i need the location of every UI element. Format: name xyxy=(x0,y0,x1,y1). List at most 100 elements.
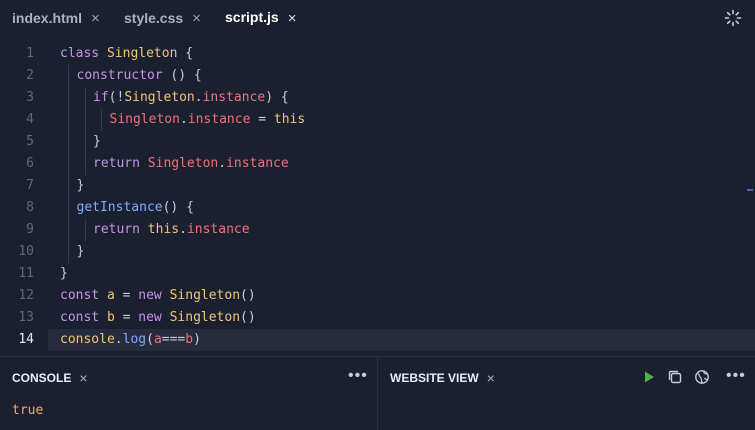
close-icon[interactable]: × xyxy=(192,10,201,27)
code-token: { xyxy=(177,46,194,61)
code-line[interactable]: 3 if(!Singleton.instance) { xyxy=(0,87,755,109)
code-token: a xyxy=(153,332,162,347)
play-icon[interactable] xyxy=(641,369,657,385)
line-number: 14 xyxy=(18,332,34,347)
code-token: . xyxy=(194,90,203,105)
code-text: const a = new Singleton() xyxy=(60,285,256,307)
line-number: 6 xyxy=(26,156,34,171)
code-token: () xyxy=(240,310,256,325)
code-token: console xyxy=(60,332,115,347)
indent-guide xyxy=(84,153,86,175)
indent-guide xyxy=(84,131,86,153)
code-token: this xyxy=(273,112,306,127)
indent-guide xyxy=(68,131,69,153)
code-token: Singleton xyxy=(147,156,219,171)
console-panel: CONSOLE × ••• true xyxy=(0,357,377,430)
code-text: } xyxy=(77,241,85,263)
more-options-icon[interactable]: ••• xyxy=(726,367,746,385)
tab-label: style.css xyxy=(124,10,184,26)
code-editor[interactable]: 1 class Singleton {2 constructor () {3 if(!… xyxy=(0,36,755,356)
code-line[interactable]: 11} xyxy=(0,263,755,285)
code-token: Singleton xyxy=(109,112,180,127)
code-line[interactable]: 14 console.log(a===b) xyxy=(18,329,755,351)
indent-guide xyxy=(84,87,86,109)
console-header: CONSOLE × xyxy=(12,370,88,386)
tab-bar: index.html × style.css × script.js × xyxy=(0,0,755,36)
indent-guide xyxy=(68,241,69,263)
line-number: 3 xyxy=(26,90,34,105)
code-token: a xyxy=(106,288,115,303)
code-line[interactable]: 4 Singleton.instance = this xyxy=(0,109,755,131)
code-text: const b = new Singleton() xyxy=(60,307,256,329)
code-token: . xyxy=(179,112,188,127)
line-number: 8 xyxy=(26,200,34,215)
code-token: getInstance xyxy=(76,200,163,215)
code-line[interactable]: 9 return this.instance xyxy=(0,219,755,241)
code-token: instance xyxy=(226,156,289,171)
code-line[interactable]: 7} xyxy=(0,175,755,197)
console-title: CONSOLE xyxy=(12,371,72,385)
loading-spinner-icon[interactable] xyxy=(724,9,742,27)
code-text: class Singleton { xyxy=(60,43,193,65)
code-text: } xyxy=(77,175,85,197)
line-number: 1 xyxy=(26,46,34,61)
code-token: } xyxy=(93,134,101,149)
code-token: b xyxy=(106,310,115,325)
line-number: 7 xyxy=(26,178,34,193)
code-line[interactable]: 10} xyxy=(0,241,755,263)
code-token: constructor xyxy=(76,68,163,83)
code-token: = xyxy=(114,288,139,303)
code-token: ) xyxy=(193,332,201,347)
tab-style-css[interactable]: style.css × xyxy=(124,0,201,36)
code-token: . xyxy=(114,332,123,347)
close-icon[interactable]: × xyxy=(487,370,495,386)
line-number: 12 xyxy=(18,288,34,303)
globe-icon[interactable] xyxy=(694,369,710,385)
code-token: ) { xyxy=(265,90,289,105)
code-text: console.log(a===b) xyxy=(60,329,201,351)
code-token: = xyxy=(250,112,274,127)
code-token: const xyxy=(60,288,107,303)
code-token: new xyxy=(138,310,170,325)
code-token: Singleton xyxy=(169,310,241,325)
code-token: . xyxy=(218,156,227,171)
indent-guide xyxy=(101,109,102,131)
more-options-icon[interactable]: ••• xyxy=(348,367,368,385)
code-token: instance xyxy=(186,222,250,237)
indent-guide xyxy=(68,109,69,131)
copy-icon[interactable] xyxy=(667,369,683,385)
code-text: return this.instance xyxy=(93,219,250,241)
indent-guide xyxy=(68,197,69,219)
code-token: return xyxy=(93,156,148,171)
code-token: instance xyxy=(187,112,251,127)
code-token: } xyxy=(60,266,68,281)
code-line[interactable]: 12 const a = new Singleton() xyxy=(0,285,755,307)
indent-guide xyxy=(84,109,86,131)
code-line[interactable]: 6 return Singleton.instance xyxy=(0,153,755,175)
indent-guide xyxy=(68,219,69,241)
tab-label: index.html xyxy=(12,10,83,26)
code-token: instance xyxy=(202,90,266,105)
code-line[interactable]: 1 class Singleton { xyxy=(0,43,755,65)
code-token: () { xyxy=(162,200,194,215)
code-line[interactable]: 2 constructor () { xyxy=(0,65,755,87)
close-icon[interactable]: × xyxy=(91,10,100,27)
code-line[interactable]: 5} xyxy=(0,131,755,153)
website-view-title: WEBSITE VIEW xyxy=(390,371,479,385)
tab-script-js[interactable]: script.js × xyxy=(225,0,296,36)
code-token: . xyxy=(179,222,187,237)
tab-index-html[interactable]: index.html × xyxy=(12,0,100,36)
line-number: 5 xyxy=(26,134,34,149)
line-number: 13 xyxy=(18,310,34,325)
website-view-header: WEBSITE VIEW × xyxy=(390,370,495,386)
close-icon[interactable]: × xyxy=(79,370,87,386)
indent-guide xyxy=(68,87,69,109)
close-icon[interactable]: × xyxy=(288,10,297,27)
code-line[interactable]: 8 getInstance() { xyxy=(0,197,755,219)
code-text: } xyxy=(93,131,101,153)
code-token: (! xyxy=(108,90,125,105)
code-text: getInstance() { xyxy=(77,197,194,219)
indent-guide xyxy=(84,219,86,241)
code-line[interactable]: 13 const b = new Singleton() xyxy=(0,307,755,329)
code-token: === xyxy=(161,332,186,347)
